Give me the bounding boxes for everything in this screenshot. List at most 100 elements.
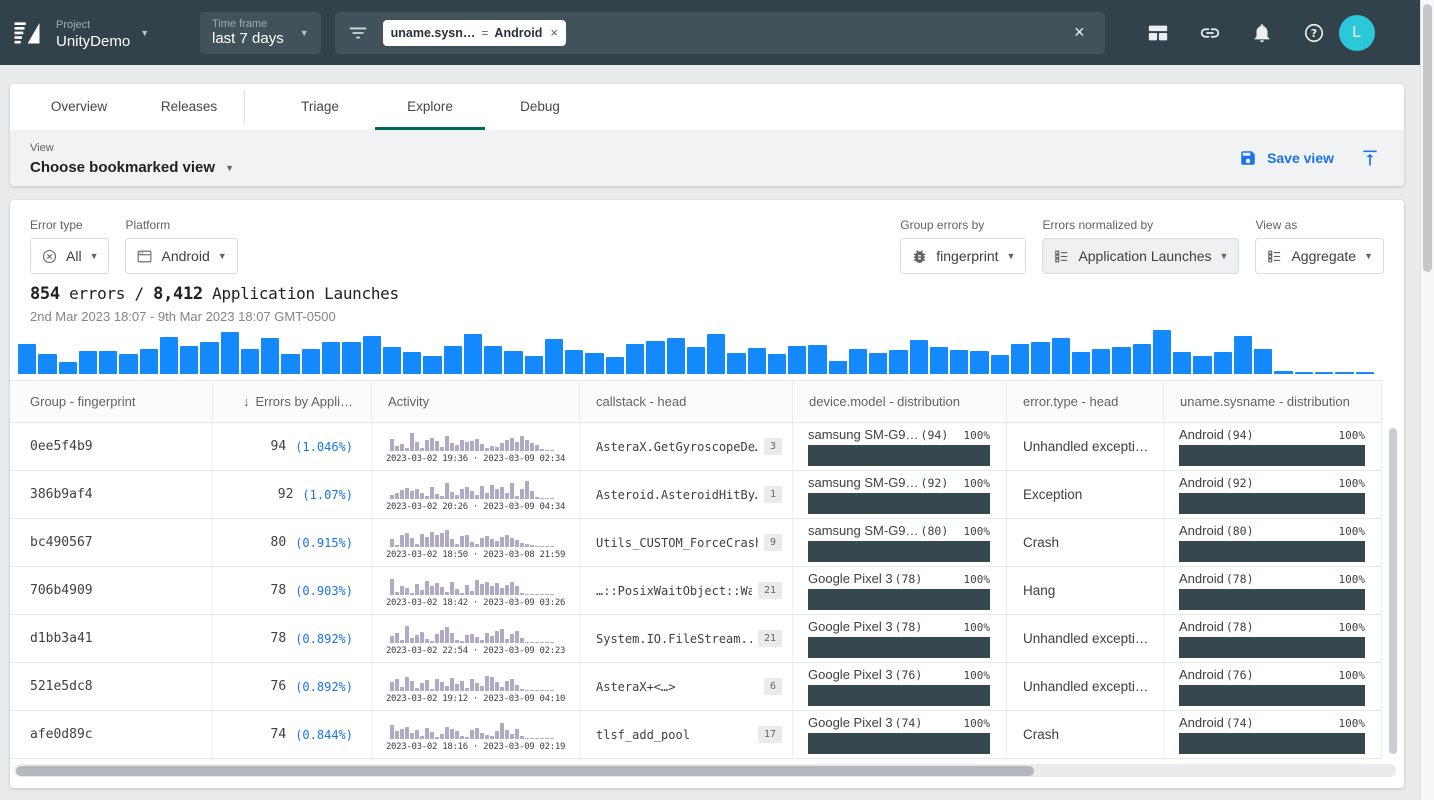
filter-chip[interactable]: uname.sysn… = Android × (383, 20, 566, 46)
histogram-bar[interactable] (1112, 347, 1130, 374)
histogram-bar[interactable] (869, 353, 887, 374)
fingerprint-cell[interactable]: bc490567 (10, 519, 213, 566)
histogram-bar[interactable] (484, 346, 502, 374)
column-header-uname[interactable]: uname.sysname - distribution (1164, 381, 1382, 422)
fingerprint-cell[interactable]: 706b4909 (10, 567, 213, 614)
histogram-bar[interactable] (626, 344, 644, 374)
histogram-bar[interactable] (79, 351, 97, 374)
histogram-bar[interactable] (1092, 349, 1110, 374)
histogram-bar[interactable] (59, 362, 77, 374)
histogram-bar[interactable] (687, 347, 705, 374)
clear-filters-icon[interactable]: × (1066, 18, 1093, 47)
histogram-bar[interactable] (768, 354, 786, 374)
histogram-bar[interactable] (1031, 342, 1049, 374)
error-type-dropdown[interactable]: All ▼ (30, 238, 109, 274)
histogram-bar[interactable] (808, 345, 826, 374)
histogram-bar[interactable] (281, 354, 299, 374)
page-scrollbar-thumb[interactable] (1423, 4, 1432, 272)
group-by-dropdown[interactable]: fingerprint ▼ (900, 238, 1026, 274)
timeframe-selector[interactable]: Time frame last 7 days ▼ (200, 12, 321, 54)
view-as-dropdown[interactable]: Aggregate ▼ (1255, 238, 1384, 274)
histogram-bar[interactable] (910, 340, 928, 374)
histogram-bar[interactable] (525, 356, 543, 374)
normalized-by-dropdown[interactable]: Application Launches ▼ (1042, 238, 1239, 274)
histogram-bar[interactable] (423, 356, 441, 374)
histogram-bar[interactable] (140, 349, 158, 374)
histogram-bar[interactable] (504, 351, 522, 374)
tab-releases[interactable]: Releases (134, 84, 244, 130)
column-header-device-model[interactable]: device.model - distribution (793, 381, 1007, 422)
fingerprint-cell[interactable]: 0ee5f4b9 (10, 423, 213, 470)
column-header-errors[interactable]: ↓ Errors by Appli… (213, 381, 372, 422)
link-icon[interactable] (1199, 22, 1221, 44)
histogram-bar[interactable] (342, 342, 360, 374)
histogram-bar[interactable] (1274, 371, 1292, 374)
histogram-bar[interactable] (1173, 352, 1191, 374)
histogram-bar[interactable] (707, 334, 725, 374)
histogram-bar[interactable] (889, 350, 907, 374)
histogram-bar[interactable] (1254, 349, 1272, 374)
histogram-bar[interactable] (119, 354, 137, 374)
histogram-bar[interactable] (18, 344, 36, 374)
histogram-bar[interactable] (950, 350, 968, 374)
histogram-bar[interactable] (1234, 336, 1252, 374)
platform-dropdown[interactable]: Android ▼ (125, 238, 237, 274)
filter-chip-remove-icon[interactable]: × (550, 25, 558, 40)
histogram-bar[interactable] (1133, 344, 1151, 374)
histogram-bar[interactable] (646, 341, 664, 374)
table-row[interactable]: 521e5dc8 76 (0.892%) 2023-03-02 19:12 · … (10, 663, 1382, 711)
histogram-bar[interactable] (829, 361, 847, 374)
notifications-bell-icon[interactable] (1251, 22, 1273, 44)
tab-debug[interactable]: Debug (485, 84, 595, 130)
scroll-to-top-icon[interactable] (1360, 148, 1380, 168)
table-row[interactable]: d1bb3a41 78 (0.892%) 2023-03-02 22:54 · … (10, 615, 1382, 663)
table-row[interactable]: 0ee5f4b9 94 (1.046%) 2023-03-02 19:36 · … (10, 423, 1382, 471)
tab-explore[interactable]: Explore (375, 84, 485, 130)
horizontal-scrollbar-thumb[interactable] (16, 766, 1034, 776)
bookmarked-view-selector[interactable]: Choose bookmarked view ▼ (30, 159, 1384, 176)
user-avatar[interactable]: L (1339, 15, 1375, 51)
histogram-bar[interactable] (727, 353, 745, 374)
histogram-bar[interactable] (1153, 330, 1171, 374)
table-row[interactable]: bc490567 80 (0.915%) 2023-03-02 18:50 · … (10, 519, 1382, 567)
histogram-bar[interactable] (444, 346, 462, 374)
histogram-bar[interactable] (403, 352, 421, 374)
histogram-bar[interactable] (200, 342, 218, 374)
histogram-bar[interactable] (261, 338, 279, 374)
histogram-bar[interactable] (322, 342, 340, 374)
histogram-bar[interactable] (221, 332, 239, 374)
table-row[interactable]: afe0d89c 74 (0.844%) 2023-03-02 18:16 · … (10, 711, 1382, 759)
histogram-bar[interactable] (970, 351, 988, 374)
table-row[interactable]: 386b9af4 92 (1.07%) 2023-03-02 20:26 · 2… (10, 471, 1382, 519)
histogram-bar[interactable] (363, 336, 381, 374)
histogram-bar[interactable] (565, 350, 583, 374)
histogram-bar[interactable] (1315, 372, 1333, 374)
histogram-bar[interactable] (180, 346, 198, 374)
histogram-bar[interactable] (991, 355, 1009, 374)
histogram-bar[interactable] (160, 337, 178, 374)
histogram-bar[interactable] (748, 348, 766, 374)
histogram-bar[interactable] (383, 347, 401, 374)
save-view-button[interactable]: Save view (1239, 149, 1334, 167)
backtrace-logo-icon[interactable] (12, 18, 42, 48)
histogram-bar[interactable] (585, 353, 603, 374)
fingerprint-cell[interactable]: 521e5dc8 (10, 663, 213, 710)
column-header-activity[interactable]: Activity (372, 381, 580, 422)
project-selector[interactable]: Project UnityDemo ▼ (56, 15, 186, 50)
filter-bar[interactable]: uname.sysn… = Android × × (335, 12, 1105, 54)
table-vertical-scrollbar[interactable] (1389, 428, 1397, 754)
histogram-bar[interactable] (38, 354, 56, 374)
histogram-bar[interactable] (99, 351, 117, 374)
histogram-bar[interactable] (1356, 372, 1374, 374)
dashboard-layout-icon[interactable] (1147, 22, 1169, 44)
histogram-bar[interactable] (1072, 352, 1090, 374)
histogram-bar[interactable] (667, 338, 685, 374)
histogram-bar[interactable] (302, 349, 320, 374)
histogram-bar[interactable] (545, 339, 563, 374)
fingerprint-cell[interactable]: afe0d89c (10, 711, 213, 758)
histogram-bar[interactable] (788, 346, 806, 374)
histogram-bar[interactable] (1335, 372, 1353, 374)
histogram-bar[interactable] (1011, 344, 1029, 374)
histogram-bar[interactable] (1193, 356, 1211, 374)
histogram-bar[interactable] (1052, 338, 1070, 374)
